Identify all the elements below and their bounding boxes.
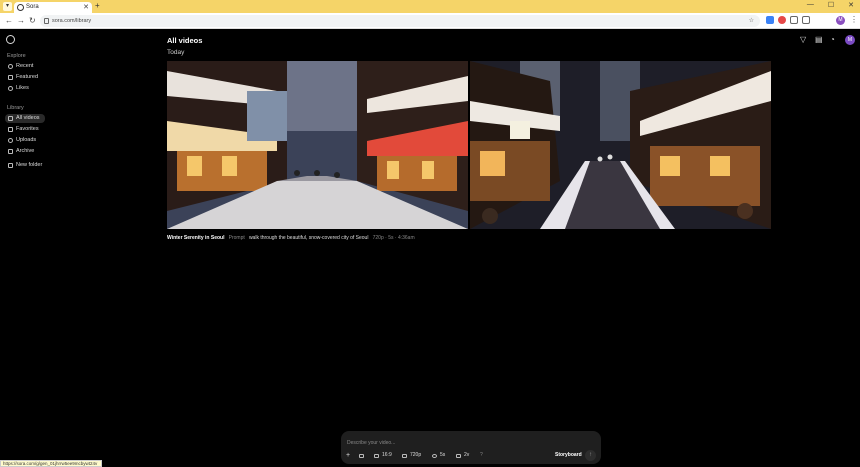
presets-button[interactable] bbox=[359, 451, 364, 460]
heart-icon bbox=[8, 86, 13, 91]
library-heading: Library bbox=[7, 105, 24, 111]
extension-icon[interactable] bbox=[766, 16, 774, 24]
grid-view-icon[interactable]: ▤ bbox=[815, 35, 823, 44]
browser-profile-avatar[interactable]: M bbox=[836, 16, 845, 25]
browser-toolbar: ← → ↻ sora.com/library ☆ M ⋮ bbox=[0, 13, 860, 29]
sidebar-item-label: Archive bbox=[16, 148, 35, 154]
browser-menu-icon[interactable]: ⋮ bbox=[850, 15, 858, 24]
help-icon[interactable]: ? bbox=[480, 451, 483, 460]
notification-bell-icon[interactable]: ◔ bbox=[830, 35, 835, 44]
video-resolution: 720p bbox=[372, 235, 384, 241]
meta-separator: · bbox=[385, 235, 387, 241]
new-folder-label: New folder bbox=[16, 162, 43, 168]
section-today: Today bbox=[167, 49, 185, 56]
filter-icon[interactable]: ▽ bbox=[800, 35, 806, 44]
reload-icon[interactable]: ↻ bbox=[29, 15, 36, 27]
page-title: All videos bbox=[167, 36, 203, 45]
resolution-icon bbox=[402, 453, 407, 458]
clock-icon bbox=[432, 453, 437, 458]
window-controls: — ☐ ✕ bbox=[807, 1, 854, 9]
extension-icon[interactable] bbox=[778, 16, 786, 24]
browser-tab[interactable]: Sora ✕ bbox=[14, 2, 92, 13]
sidebar-item-likes[interactable]: Likes bbox=[5, 84, 34, 93]
tab-search-icon[interactable]: ▾ bbox=[3, 2, 12, 11]
describe-video-input[interactable] bbox=[347, 438, 595, 447]
storyboard-button[interactable]: Storyboard bbox=[551, 450, 586, 461]
address-url: sora.com/library bbox=[52, 18, 92, 24]
aspect-ratio-value: 16:9 bbox=[382, 452, 392, 458]
new-tab-icon[interactable]: + bbox=[95, 1, 100, 10]
minimize-icon[interactable]: — bbox=[807, 1, 814, 9]
sidebar-item-favorites[interactable]: Favorites bbox=[5, 125, 44, 134]
video-thumbnail-1[interactable] bbox=[167, 61, 468, 229]
snowy-street-scene bbox=[470, 61, 771, 229]
star-icon bbox=[8, 127, 13, 132]
status-bar-url: https://sora.com/g/gen_01jhrrw5ee9mcbywt… bbox=[0, 460, 102, 467]
upload-icon bbox=[8, 138, 13, 143]
avatar[interactable]: M bbox=[845, 35, 855, 45]
archive-icon bbox=[8, 149, 13, 154]
sidebar-item-label: Recent bbox=[16, 63, 34, 69]
sidebar-toggle-icon[interactable] bbox=[802, 16, 810, 24]
submit-arrow-icon[interactable]: ↑ bbox=[585, 450, 596, 461]
sidebar-item-all-videos[interactable]: All videos bbox=[5, 114, 45, 123]
duration-button[interactable]: 5s bbox=[432, 451, 445, 460]
star-icon bbox=[8, 75, 13, 80]
meta-separator: · bbox=[394, 235, 397, 241]
extension-icons bbox=[766, 16, 810, 24]
resolution-button[interactable]: 720p bbox=[402, 451, 421, 460]
aspect-ratio-icon bbox=[374, 453, 379, 458]
tab-title: Sora bbox=[26, 4, 39, 10]
variations-button[interactable]: 2v bbox=[456, 451, 469, 460]
back-icon[interactable]: ← bbox=[5, 15, 13, 27]
sora-favicon-icon bbox=[17, 4, 24, 11]
new-folder-button[interactable]: New folder bbox=[5, 161, 47, 170]
sora-app: Explore Recent Featured Likes Library Al… bbox=[0, 30, 860, 467]
grid-icon bbox=[8, 116, 13, 121]
site-info-icon[interactable] bbox=[44, 18, 49, 24]
video-prompt: walk through the beautiful, snow-covered… bbox=[248, 235, 369, 241]
tab-close-icon[interactable]: ✕ bbox=[83, 2, 89, 13]
sora-logo-icon[interactable] bbox=[6, 35, 15, 44]
extensions-puzzle-icon[interactable] bbox=[790, 16, 798, 24]
video-caption: Winter Serenity in Seoul Prompt walk thr… bbox=[167, 235, 415, 241]
clock-icon bbox=[8, 64, 13, 69]
sidebar-item-recent[interactable]: Recent bbox=[5, 62, 38, 71]
video-title[interactable]: Winter Serenity in Seoul bbox=[167, 235, 224, 241]
sidebar-item-featured[interactable]: Featured bbox=[5, 73, 43, 82]
sidebar-item-label: Likes bbox=[16, 85, 29, 91]
variations-icon bbox=[456, 453, 461, 458]
prompt-composer: + 16:9 720p 5s 2v ? Storyboard ↑ bbox=[341, 431, 601, 464]
browser-tab-bar: ▾ Sora ✕ + — ☐ ✕ bbox=[0, 0, 860, 13]
add-media-icon[interactable]: + bbox=[346, 451, 350, 460]
address-bar[interactable]: sora.com/library ☆ bbox=[40, 15, 760, 27]
folder-plus-icon bbox=[8, 163, 13, 168]
prompt-label: Prompt bbox=[228, 235, 245, 241]
sidebar-item-label: All videos bbox=[16, 115, 40, 121]
aspect-ratio-button[interactable]: 16:9 bbox=[374, 451, 392, 460]
video-duration: 5s bbox=[388, 235, 394, 241]
video-time: 4:36am bbox=[397, 235, 415, 241]
sidebar-item-uploads[interactable]: Uploads bbox=[5, 136, 41, 145]
sidebar-item-label: Favorites bbox=[16, 126, 39, 132]
bookmark-star-icon[interactable]: ☆ bbox=[749, 15, 754, 27]
maximize-icon[interactable]: ☐ bbox=[828, 1, 834, 9]
explore-heading: Explore bbox=[7, 53, 26, 59]
sidebar-item-label: Featured bbox=[16, 74, 39, 80]
duration-value: 5s bbox=[440, 452, 446, 458]
close-window-icon[interactable]: ✕ bbox=[848, 1, 854, 9]
sidebar-item-label: Uploads bbox=[16, 137, 37, 143]
forward-icon[interactable]: → bbox=[17, 15, 25, 27]
snowy-alley-scene bbox=[167, 61, 468, 229]
presets-icon bbox=[359, 453, 364, 458]
variations-value: 2v bbox=[464, 452, 470, 458]
sidebar-item-archive[interactable]: Archive bbox=[5, 147, 39, 156]
video-thumbnail-2[interactable] bbox=[470, 61, 771, 229]
resolution-value: 720p bbox=[410, 452, 422, 458]
